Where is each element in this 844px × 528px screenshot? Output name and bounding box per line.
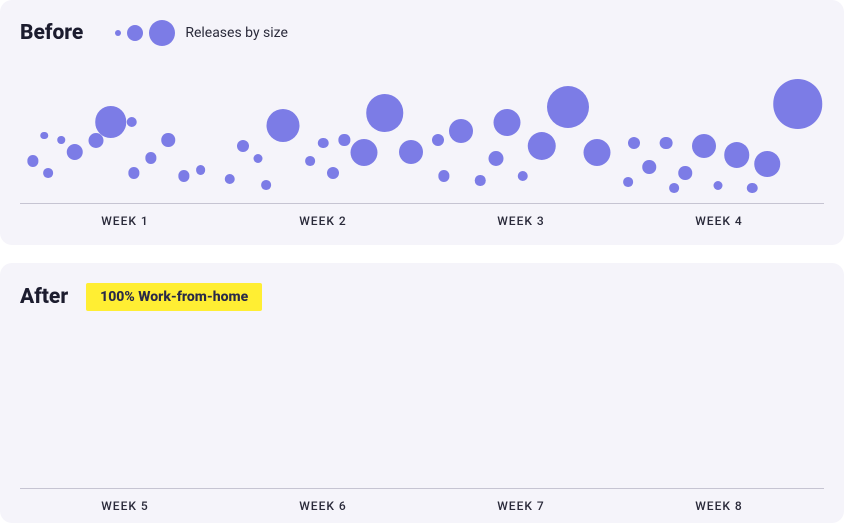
after-plot	[20, 319, 824, 489]
release-dot	[43, 168, 53, 178]
release-dot	[95, 106, 127, 138]
before-title: Before	[20, 21, 83, 45]
legend-size-icon	[115, 20, 175, 46]
wfh-badge: 100% Work-from-home	[86, 283, 262, 311]
xtick: WEEK 4	[620, 214, 818, 228]
release-dot	[318, 138, 329, 149]
release-dot	[350, 139, 377, 166]
release-dot	[261, 180, 271, 190]
release-dot	[178, 170, 189, 181]
release-dot	[127, 117, 138, 128]
after-panel: After 100% Work-from-home WEEK 5 WEEK 6 …	[0, 263, 844, 523]
after-title: After	[20, 285, 68, 309]
release-dot	[669, 183, 679, 193]
release-dot	[40, 132, 48, 140]
release-dot	[527, 132, 556, 161]
release-dot	[679, 166, 693, 180]
after-xaxis: WEEK 5 WEEK 6 WEEK 7 WEEK 8	[20, 499, 824, 513]
legend: Releases by size	[115, 20, 288, 46]
release-dot	[339, 134, 350, 145]
release-dot	[439, 170, 450, 181]
release-dot	[642, 160, 656, 174]
release-dot	[305, 156, 315, 166]
release-dot	[494, 109, 521, 136]
xtick: WEEK 7	[422, 499, 620, 513]
release-dot	[713, 181, 722, 190]
xtick: WEEK 5	[26, 499, 224, 513]
release-dot	[488, 151, 503, 166]
release-dot	[58, 136, 66, 144]
release-dot	[755, 151, 781, 177]
release-dot	[517, 171, 528, 182]
release-dot	[623, 177, 633, 187]
release-dot	[327, 167, 339, 179]
release-dot	[660, 137, 673, 150]
release-dot	[583, 139, 610, 166]
xtick: WEEK 3	[422, 214, 620, 228]
before-xaxis: WEEK 1 WEEK 2 WEEK 3 WEEK 4	[20, 214, 824, 228]
release-dot	[773, 79, 823, 129]
release-dot	[475, 175, 486, 186]
release-dot	[196, 165, 206, 175]
release-dot	[366, 94, 404, 132]
release-dot	[628, 137, 640, 149]
xtick: WEEK 2	[224, 214, 422, 228]
legend-label: Releases by size	[185, 25, 288, 41]
release-dot	[267, 109, 300, 142]
release-dot	[547, 86, 589, 128]
xtick: WEEK 6	[224, 499, 422, 513]
after-header: After 100% Work-from-home	[20, 283, 824, 311]
release-dot	[399, 140, 423, 164]
release-dot	[449, 119, 473, 143]
before-header: Before Releases by size	[20, 20, 824, 46]
release-dot	[724, 142, 750, 168]
release-dot	[432, 134, 444, 146]
xtick: WEEK 1	[26, 214, 224, 228]
release-dot	[66, 144, 83, 161]
release-dot	[27, 155, 38, 166]
release-dot	[128, 167, 139, 178]
release-dot	[254, 154, 263, 163]
release-dot	[692, 134, 716, 158]
release-dot	[161, 133, 175, 147]
before-plot	[20, 54, 824, 204]
xtick: WEEK 8	[620, 499, 818, 513]
before-panel: Before Releases by size WEEK 1 WEEK 2 WE…	[0, 0, 844, 245]
release-dot	[225, 174, 236, 185]
release-dot	[747, 183, 758, 194]
release-dot	[145, 152, 156, 163]
release-dot	[237, 140, 249, 152]
